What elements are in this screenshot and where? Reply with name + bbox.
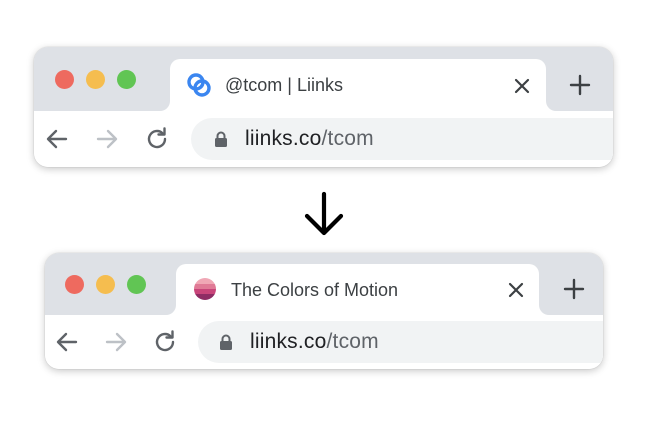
minimize-window-button[interactable]: [86, 70, 105, 89]
window-controls: [55, 70, 148, 89]
color-stripes-icon: [194, 278, 216, 300]
lock-icon: [220, 334, 232, 350]
forward-arrow-icon[interactable]: [103, 329, 129, 355]
reload-icon[interactable]: [152, 329, 178, 355]
navigation-toolbar: liinks.co/tcom: [45, 315, 603, 369]
new-tab-icon[interactable]: [569, 74, 591, 96]
address-bar[interactable]: liinks.co/tcom: [198, 321, 603, 363]
forward-arrow-icon[interactable]: [94, 126, 120, 152]
close-window-button[interactable]: [65, 275, 84, 294]
tab-title: @tcom | Liinks: [225, 75, 343, 95]
url-text: liinks.co/tcom: [245, 127, 374, 151]
back-arrow-icon[interactable]: [44, 126, 70, 152]
zoom-window-button[interactable]: [117, 70, 136, 89]
url-text: liinks.co/tcom: [250, 330, 379, 354]
close-window-button[interactable]: [55, 70, 74, 89]
window-controls: [65, 275, 158, 294]
lock-icon: [215, 131, 227, 147]
new-tab-icon[interactable]: [563, 278, 585, 300]
tab-strip: @tcom | Liinks: [34, 47, 613, 111]
close-tab-icon[interactable]: [507, 281, 525, 299]
navigation-toolbar: liinks.co/tcom: [34, 111, 613, 167]
tab-strip: The Colors of Motion: [45, 253, 603, 315]
browser-window-before: @tcom | Liinks liinks.co/tcom: [34, 47, 613, 167]
tab-title: The Colors of Motion: [231, 280, 399, 300]
url-path: /tcom: [326, 330, 379, 353]
browser-window-after: The Colors of Motion liinks.co/tcom: [45, 253, 603, 369]
close-tab-icon[interactable]: [513, 77, 531, 95]
url-path: /tcom: [321, 127, 374, 150]
liinks-logo-icon: [187, 73, 211, 97]
minimize-window-button[interactable]: [96, 275, 115, 294]
reload-icon[interactable]: [144, 126, 170, 152]
url-host: liinks.co: [245, 127, 322, 150]
address-bar[interactable]: liinks.co/tcom: [191, 118, 613, 160]
back-arrow-icon[interactable]: [54, 329, 80, 355]
url-host: liinks.co: [250, 330, 327, 353]
active-tab[interactable]: @tcom | Liinks: [170, 59, 546, 111]
arrow-down-icon: [304, 191, 344, 236]
zoom-window-button[interactable]: [127, 275, 146, 294]
active-tab[interactable]: The Colors of Motion: [176, 264, 539, 315]
